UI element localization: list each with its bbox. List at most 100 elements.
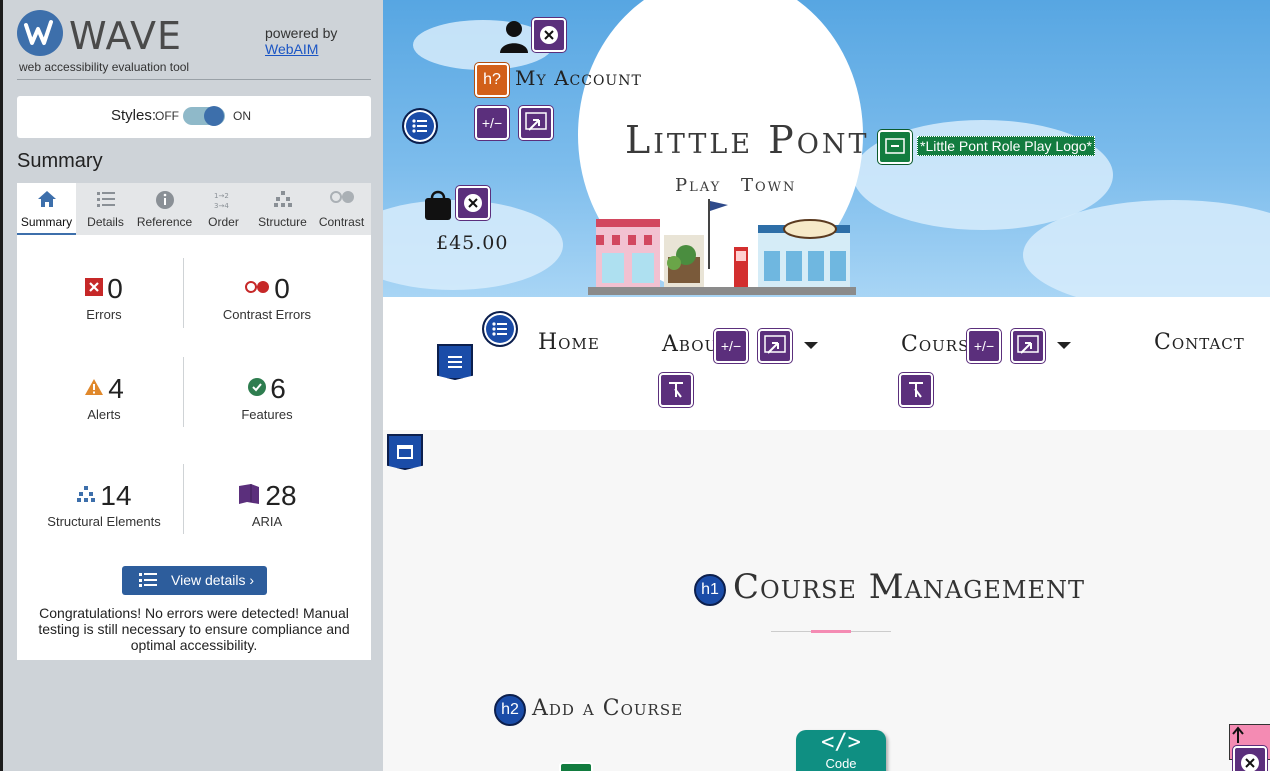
logo-town: Town xyxy=(741,175,797,196)
structural-count: 14 xyxy=(100,480,132,511)
aria-icon xyxy=(237,483,261,510)
svg-text:1→2: 1→2 xyxy=(214,192,229,200)
logo-play: Play xyxy=(675,175,722,196)
aria-count: 28 xyxy=(265,480,297,511)
tab-label: Summary xyxy=(20,215,73,229)
alert-icon[interactable]: h? xyxy=(475,63,509,97)
code-glyph: </> xyxy=(821,730,861,755)
divider-accent xyxy=(811,630,851,633)
code-label: Code xyxy=(825,756,857,771)
contrast-errors-count: 0 xyxy=(274,273,290,304)
my-account-link[interactable]: My Account xyxy=(515,66,642,90)
aria-label: ARIA xyxy=(251,514,283,529)
styles-label: Styles: xyxy=(111,107,157,124)
powered-by: powered by WebAIM xyxy=(265,25,337,57)
structure-icon xyxy=(76,485,96,508)
alert-icon xyxy=(84,378,104,401)
structure-icon xyxy=(253,190,312,210)
summary-panel: 0 Errors 0 Contrast Errors 4 Alerts 6 Fe… xyxy=(17,235,371,660)
aria-tabindex-icon[interactable] xyxy=(899,373,933,407)
logo-title: Little Pont xyxy=(625,118,870,162)
nav-contact[interactable]: Contact xyxy=(1154,330,1245,355)
list-icon xyxy=(138,572,158,591)
tab-label: Reference xyxy=(136,215,193,229)
stat-errors[interactable]: 0 Errors xyxy=(24,273,184,322)
stat-features[interactable]: 6 Features xyxy=(187,373,347,422)
aria-popup-icon[interactable] xyxy=(758,329,792,363)
features-label: Features xyxy=(241,407,293,422)
tab-label: Order xyxy=(208,215,239,229)
site-page: Little Pont Play Town h? My Account +/− … xyxy=(383,0,1270,771)
tab-summary[interactable]: Summary xyxy=(17,183,76,235)
aria-expanded-icon[interactable]: +/− xyxy=(714,329,748,363)
features-count: 6 xyxy=(270,373,286,404)
list-icon xyxy=(76,190,135,210)
contrast-icon xyxy=(312,190,371,210)
styles-toggle-switch[interactable] xyxy=(183,106,225,126)
structural-label: Structural Elements xyxy=(47,514,161,529)
aria-hidden-icon[interactable] xyxy=(532,18,566,52)
order-icon: 1→2 3→4 xyxy=(194,190,253,210)
wave-title: WAVE xyxy=(69,14,183,58)
wave-logo-icon xyxy=(17,10,63,56)
navigation-icon[interactable] xyxy=(437,344,473,380)
contrast-error-icon xyxy=(244,280,270,299)
stat-structural[interactable]: 14 Structural Elements xyxy=(24,480,184,529)
list-icon[interactable] xyxy=(482,311,518,347)
styles-toggle-box: Styles: OFF ON xyxy=(17,96,371,138)
aria-expanded-icon[interactable]: +/− xyxy=(475,106,509,140)
list-icon[interactable] xyxy=(402,108,438,144)
nav-home[interactable]: Home xyxy=(538,330,600,355)
tab-order[interactable]: 1→2 3→4 Order xyxy=(194,183,253,235)
styles-on-label: ON xyxy=(233,109,251,123)
aria-popup-icon[interactable] xyxy=(1011,329,1045,363)
aria-tabindex-icon[interactable] xyxy=(659,373,693,407)
stat-aria[interactable]: 28 ARIA xyxy=(187,480,347,529)
town-illustration xyxy=(588,199,856,295)
h1-badge[interactable]: h1 xyxy=(694,574,726,606)
page-title: Course Management xyxy=(733,567,1086,607)
main-region-icon[interactable] xyxy=(387,434,423,470)
aria-hidden-icon[interactable] xyxy=(1233,746,1267,771)
webaim-link[interactable]: WebAIM xyxy=(265,41,337,57)
toggle-knob[interactable] xyxy=(204,106,224,126)
linked-image-icon[interactable] xyxy=(878,130,912,164)
shopping-bag-icon[interactable] xyxy=(423,188,453,222)
aria-expanded-icon[interactable]: +/− xyxy=(967,329,1001,363)
svg-text:3→4: 3→4 xyxy=(214,202,229,210)
view-details-label: View details › xyxy=(171,572,255,588)
main-content: h1 Course Management h2 Add a Course </>… xyxy=(383,430,1270,771)
congrats-message: Congratulations! No errors were detected… xyxy=(38,605,350,653)
site-header: Little Pont Play Town h? My Account +/− … xyxy=(383,0,1270,297)
alerts-label: Alerts xyxy=(87,407,121,422)
alerts-count: 4 xyxy=(108,373,124,404)
error-icon xyxy=(85,277,104,301)
home-icon xyxy=(17,190,76,210)
h2-badge[interactable]: h2 xyxy=(494,694,526,726)
aria-popup-icon[interactable] xyxy=(519,106,553,140)
summary-heading: Summary xyxy=(17,150,103,172)
chevron-down-icon[interactable] xyxy=(804,342,818,349)
section-heading: Add a Course xyxy=(532,696,684,721)
errors-count: 0 xyxy=(107,273,123,304)
tab-reference[interactable]: Reference xyxy=(135,183,194,235)
tab-details[interactable]: Details xyxy=(76,183,135,235)
stat-alerts[interactable]: 4 Alerts xyxy=(24,373,184,422)
powered-by-text: powered by xyxy=(265,25,338,41)
view-details-button[interactable]: View details › xyxy=(122,566,267,595)
aria-hidden-icon[interactable] xyxy=(456,186,490,220)
tab-contrast[interactable]: Contrast xyxy=(312,183,371,235)
contrast-errors-label: Contrast Errors xyxy=(222,307,312,322)
styles-off-label: OFF xyxy=(155,109,179,123)
basket-total[interactable]: £45.00 xyxy=(436,232,508,254)
code-icon[interactable]: </> Code xyxy=(796,730,886,771)
user-icon[interactable] xyxy=(498,20,530,54)
tab-structure[interactable]: Structure xyxy=(253,183,312,235)
wave-tabs: Summary Details Reference 1→2 3→4 Order S… xyxy=(17,183,371,235)
form-icon[interactable] xyxy=(559,762,593,771)
logo-alt-text: *Little Pont Role Play Logo* xyxy=(917,136,1095,156)
tab-label: Details xyxy=(87,215,124,229)
tab-label: Contrast xyxy=(318,215,365,229)
stat-contrast-errors[interactable]: 0 Contrast Errors xyxy=(187,273,347,322)
chevron-down-icon[interactable] xyxy=(1057,342,1071,349)
